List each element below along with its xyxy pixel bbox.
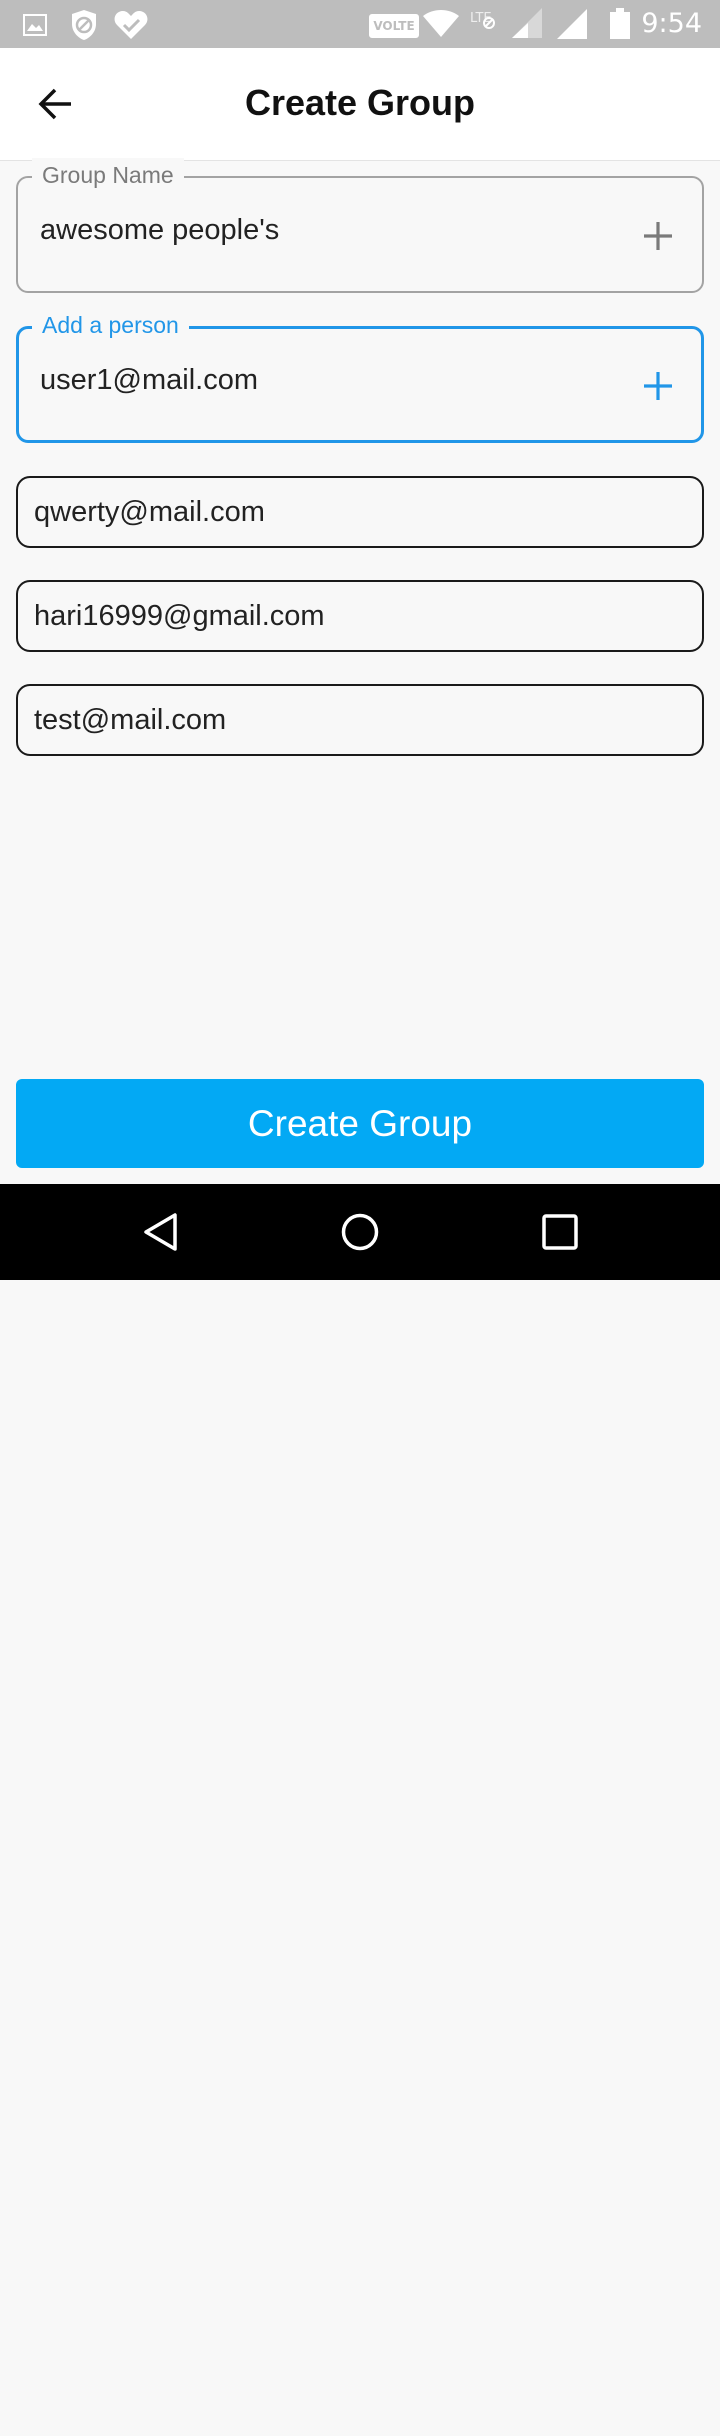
add-person-value[interactable]: user1@mail.com <box>40 364 258 397</box>
group-name-label: Group Name <box>32 158 184 192</box>
member-email: qwerty@mail.com <box>34 496 265 528</box>
back-triangle-icon[interactable] <box>142 2396 182 2436</box>
add-person-field[interactable]: Add a person user1@mail.com <box>16 308 704 443</box>
add-person-button[interactable] <box>638 366 678 406</box>
member-item[interactable]: qwerty@mail.com <box>16 476 704 548</box>
member-email: hari16999@gmail.com <box>34 600 325 632</box>
group-name-value[interactable]: awesome people's <box>40 214 279 247</box>
heart-check-icon <box>114 11 148 39</box>
member-email: test@mail.com <box>34 704 227 736</box>
recents-square-icon[interactable] <box>541 1213 579 1251</box>
status-bar: VOLTE LTE 9:54 <box>0 0 720 48</box>
add-person-label: Add a person <box>32 308 189 342</box>
volte-badge: VOLTE <box>369 14 419 38</box>
lte-signal-icon: LTE <box>470 8 542 38</box>
shield-blocked-icon <box>72 10 96 40</box>
member-item[interactable]: test@mail.com <box>16 684 704 756</box>
signal-icon <box>557 9 587 39</box>
battery-icon <box>610 8 630 39</box>
image-icon <box>23 14 47 36</box>
group-name-add-button[interactable] <box>638 216 678 256</box>
member-item[interactable]: hari16999@gmail.com <box>16 580 704 652</box>
group-name-field[interactable]: Group Name awesome people's <box>16 158 704 293</box>
page-title: Create Group <box>244 82 476 123</box>
wifi-icon <box>423 10 459 37</box>
create-group-button[interactable]: Create Group <box>16 1079 704 1168</box>
home-circle-icon[interactable] <box>340 1212 380 1252</box>
plus-icon <box>644 222 672 250</box>
plus-icon <box>644 372 672 400</box>
back-triangle-icon[interactable] <box>141 1212 181 1252</box>
app-bar: Create Group <box>0 48 720 161</box>
status-time: 9:54 <box>641 8 702 39</box>
